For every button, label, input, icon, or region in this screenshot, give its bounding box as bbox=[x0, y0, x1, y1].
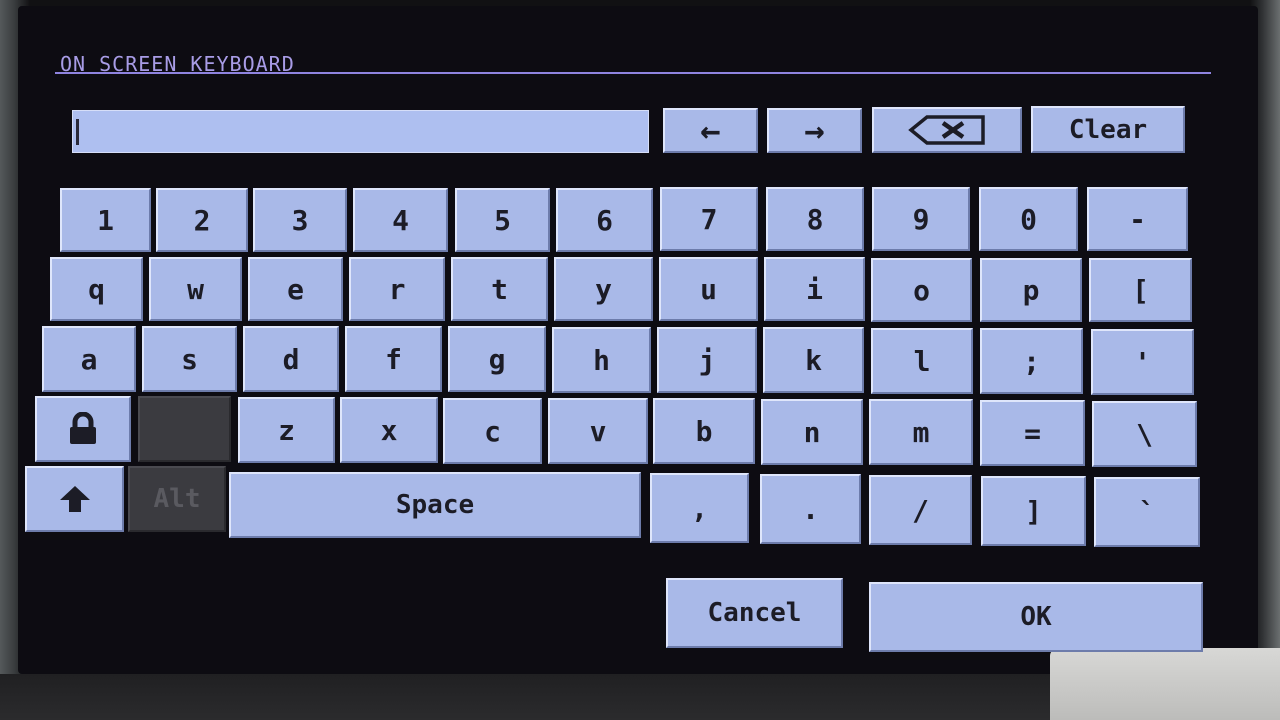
cancel-button[interactable]: Cancel bbox=[666, 578, 843, 648]
text-caret bbox=[76, 119, 79, 145]
space-button[interactable]: Space bbox=[229, 472, 641, 538]
key-r1-7[interactable]: 8 bbox=[766, 187, 864, 251]
key-r5-4[interactable]: ` bbox=[1094, 477, 1200, 547]
key-r2-10[interactable]: [ bbox=[1089, 258, 1192, 322]
key-r4-6[interactable]: m bbox=[869, 399, 973, 465]
cursor-left-button[interactable]: ← bbox=[663, 108, 758, 153]
lock-icon bbox=[67, 412, 99, 446]
key-r2-7[interactable]: i bbox=[764, 257, 865, 321]
key-r3-8[interactable]: l bbox=[871, 328, 973, 394]
key-r1-4[interactable]: 5 bbox=[455, 188, 550, 252]
key-r4-8[interactable]: \ bbox=[1092, 401, 1197, 467]
text-input[interactable] bbox=[72, 110, 649, 153]
ok-button[interactable]: OK bbox=[869, 582, 1203, 652]
key-r3-4[interactable]: g bbox=[448, 326, 546, 392]
shift-arrow-icon bbox=[58, 484, 92, 514]
key-r3-10[interactable]: ' bbox=[1091, 329, 1194, 395]
alt-button[interactable]: Alt bbox=[128, 466, 226, 532]
key-r4-1[interactable]: x bbox=[340, 397, 438, 463]
key-r2-5[interactable]: y bbox=[554, 257, 653, 321]
blank-key bbox=[138, 396, 231, 462]
key-r2-6[interactable]: u bbox=[659, 257, 758, 321]
key-r3-2[interactable]: d bbox=[243, 326, 339, 392]
title-divider bbox=[55, 72, 1211, 74]
key-r1-0[interactable]: 1 bbox=[60, 188, 151, 252]
key-r1-9[interactable]: 0 bbox=[979, 187, 1078, 251]
caps-lock-button[interactable] bbox=[35, 396, 131, 462]
key-r4-3[interactable]: v bbox=[548, 398, 648, 464]
foreground-object bbox=[1050, 648, 1280, 720]
key-r3-7[interactable]: k bbox=[763, 327, 864, 393]
key-r2-2[interactable]: e bbox=[248, 257, 343, 321]
key-r5-1[interactable]: . bbox=[760, 474, 861, 544]
key-r4-2[interactable]: c bbox=[443, 398, 542, 464]
key-r2-9[interactable]: p bbox=[980, 258, 1082, 322]
key-r1-1[interactable]: 2 bbox=[156, 188, 248, 252]
key-r2-0[interactable]: q bbox=[50, 257, 143, 321]
key-r3-0[interactable]: a bbox=[42, 326, 136, 392]
key-r1-8[interactable]: 9 bbox=[872, 187, 970, 251]
backspace-icon bbox=[907, 114, 987, 146]
key-r2-1[interactable]: w bbox=[149, 257, 242, 321]
key-r3-9[interactable]: ; bbox=[980, 328, 1083, 394]
key-r5-3[interactable]: ] bbox=[981, 476, 1086, 546]
key-r3-3[interactable]: f bbox=[345, 326, 442, 392]
key-r1-2[interactable]: 3 bbox=[253, 188, 347, 252]
key-r4-0[interactable]: z bbox=[238, 397, 335, 463]
key-r2-8[interactable]: o bbox=[871, 258, 972, 322]
key-r2-4[interactable]: t bbox=[451, 257, 548, 321]
key-r1-3[interactable]: 4 bbox=[353, 188, 448, 252]
clear-button[interactable]: Clear bbox=[1031, 106, 1185, 153]
key-r1-6[interactable]: 7 bbox=[660, 187, 758, 251]
key-r3-6[interactable]: j bbox=[657, 327, 757, 393]
key-r4-4[interactable]: b bbox=[653, 398, 755, 464]
key-r1-5[interactable]: 6 bbox=[556, 188, 653, 252]
backspace-button[interactable] bbox=[872, 107, 1022, 153]
key-r5-0[interactable]: , bbox=[650, 473, 749, 543]
shift-button[interactable] bbox=[25, 466, 124, 532]
key-r5-2[interactable]: / bbox=[869, 475, 972, 545]
key-r1-10[interactable]: - bbox=[1087, 187, 1188, 251]
key-r2-3[interactable]: r bbox=[349, 257, 445, 321]
cursor-right-button[interactable]: → bbox=[767, 108, 862, 153]
key-r4-7[interactable]: = bbox=[980, 400, 1085, 466]
key-r3-5[interactable]: h bbox=[552, 327, 651, 393]
key-r3-1[interactable]: s bbox=[142, 326, 237, 392]
key-r4-5[interactable]: n bbox=[761, 399, 863, 465]
